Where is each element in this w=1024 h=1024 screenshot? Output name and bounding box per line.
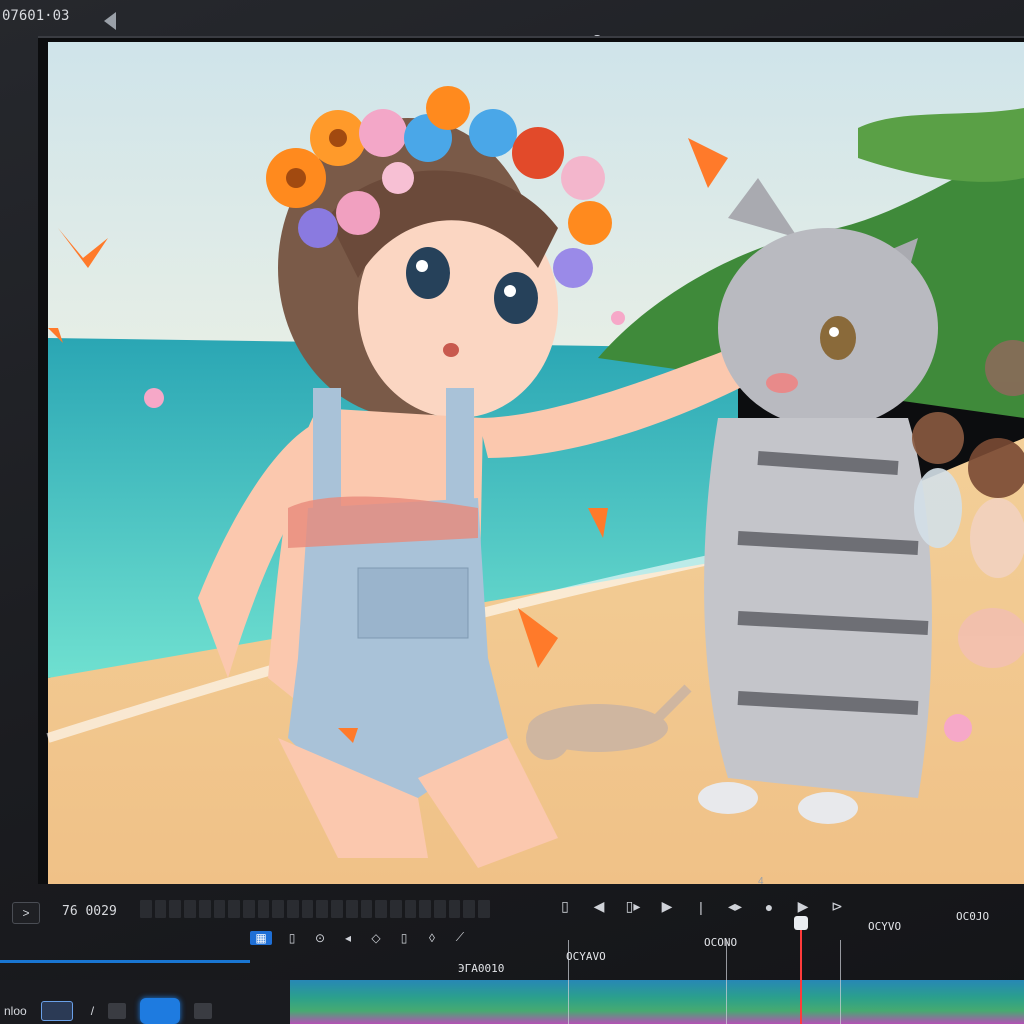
ripple-tool[interactable]: ▯ <box>284 931 300 945</box>
frame-back-button[interactable]: ▯▸ <box>624 898 642 915</box>
video-tracks[interactable] <box>290 980 1024 1024</box>
clip-marker <box>726 940 727 1024</box>
mute-icon[interactable] <box>108 1003 127 1019</box>
editor-window: 07601·03 Csonnac ◠ ◙ ⊘ <box>0 0 1024 1024</box>
ruler-label: OCYAVO <box>566 950 606 963</box>
ruler-label: OCYVO <box>868 920 902 933</box>
razor-tool[interactable]: ⊙ <box>312 931 328 945</box>
monitor-icon[interactable] <box>194 1003 213 1019</box>
mini-timeline[interactable] <box>140 900 490 918</box>
end-button[interactable]: ⊳ <box>828 898 846 915</box>
ruler-label: OC0JO <box>956 910 990 923</box>
current-timecode: 76 0029 <box>62 904 117 919</box>
video-frame <box>46 42 1024 884</box>
track-label: nloo <box>4 1004 27 1018</box>
clip-marker <box>840 940 841 1024</box>
expand-button[interactable]: > <box>12 902 40 924</box>
playhead-handle[interactable] <box>794 916 808 930</box>
frame-forward-button[interactable]: ◂▸ <box>726 898 744 915</box>
next-button[interactable]: ▶ <box>794 898 812 915</box>
pause-button[interactable]: | <box>692 899 710 915</box>
frame-marker: 4 <box>758 876 764 884</box>
back-arrow-icon[interactable] <box>104 12 116 30</box>
play-button[interactable]: ▶ <box>658 898 676 915</box>
timeline-panel[interactable]: ЭΓΑ0010 OCYAVO OCONO OCYVO OC0JO nloo / <box>0 910 1024 1024</box>
tool-strip: ▦ ▯ ⊙ ◂ ◇ ▯ ◊ ⟋ <box>250 930 468 945</box>
program-viewer[interactable]: 4 <box>38 36 1024 884</box>
top-bar: 07601·03 <box>0 0 1024 36</box>
select-tool[interactable]: ▦ <box>250 930 272 945</box>
ruler-label: ЭΓΑ0010 <box>458 962 505 975</box>
track-marker: / <box>90 1004 95 1018</box>
timecode-top: 07601·03 <box>2 8 70 24</box>
timeline-footer: nloo / <box>0 998 213 1024</box>
zoom-tool[interactable]: ◊ <box>424 931 440 945</box>
ruler-label: OCONO <box>704 936 738 949</box>
track-toggle-button[interactable] <box>40 1001 73 1021</box>
transport-controls: ▯ ◀ ▯▸ ▶ | ◂▸ ● ▶ ⊳ <box>556 898 846 915</box>
text-tool[interactable]: ⟋ <box>452 930 468 945</box>
record-button[interactable] <box>140 998 181 1024</box>
hand-tool[interactable]: ▯ <box>396 931 412 945</box>
pen-tool[interactable]: ◇ <box>368 931 384 945</box>
playhead[interactable] <box>800 916 802 1024</box>
loop-button[interactable]: ● <box>760 899 778 915</box>
slip-tool[interactable]: ◂ <box>340 931 356 945</box>
stop-button[interactable]: ▯ <box>556 898 574 915</box>
step-back-button[interactable]: ◀ <box>590 898 608 915</box>
clip-marker <box>568 940 569 1024</box>
